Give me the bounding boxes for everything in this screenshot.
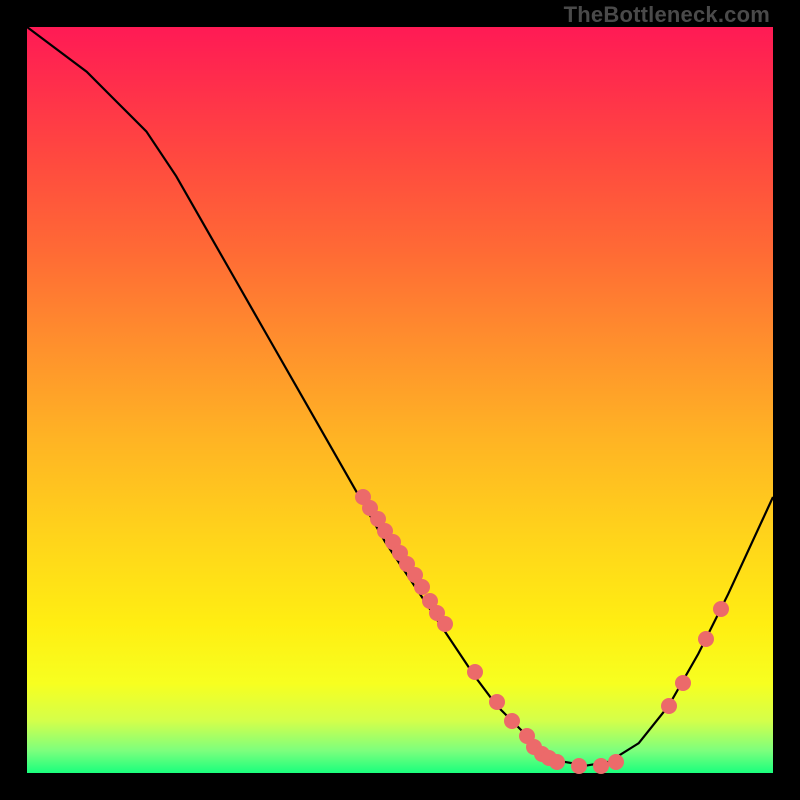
data-point [362, 500, 378, 516]
data-point [422, 593, 438, 609]
data-point [489, 694, 505, 710]
data-point [526, 739, 542, 755]
data-point [534, 746, 550, 762]
data-point [392, 545, 408, 561]
data-point [355, 489, 371, 505]
data-point [504, 713, 520, 729]
data-point [675, 675, 691, 691]
plot-area [27, 27, 773, 773]
data-point [377, 523, 393, 539]
data-point [661, 698, 677, 714]
data-point [593, 758, 609, 774]
data-point [370, 511, 386, 527]
attribution-label: TheBottleneck.com [564, 2, 770, 28]
data-point [541, 750, 557, 766]
data-point [549, 754, 565, 770]
chart-stage: TheBottleneck.com [0, 0, 800, 800]
data-point [467, 664, 483, 680]
data-point [414, 579, 430, 595]
data-point [385, 534, 401, 550]
data-point [608, 754, 624, 770]
data-point [698, 631, 714, 647]
data-point [519, 728, 535, 744]
data-point [571, 758, 587, 774]
data-point [429, 605, 445, 621]
data-points-layer [27, 27, 773, 773]
data-point [407, 567, 423, 583]
data-point [437, 616, 453, 632]
data-point [399, 556, 415, 572]
bottleneck-curve [27, 27, 773, 773]
data-point [713, 601, 729, 617]
